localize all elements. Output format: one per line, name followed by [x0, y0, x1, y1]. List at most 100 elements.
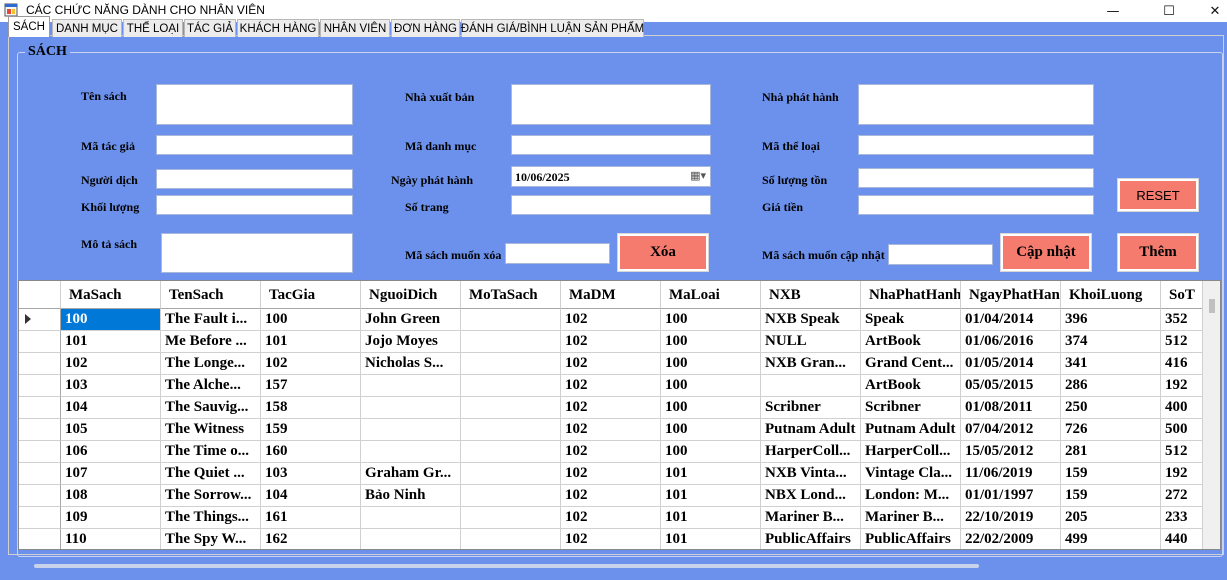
cell-nxb[interactable]: NXB Speak [761, 309, 861, 331]
cell-nguoidich[interactable]: Bảo Ninh [361, 485, 461, 507]
nha-phat-hanh-input[interactable] [858, 84, 1094, 125]
cell-nguoidich[interactable] [361, 529, 461, 549]
cell-nguoidich[interactable]: Graham Gr... [361, 463, 461, 485]
cell-ngayphathanh[interactable]: 01/01/1997 [961, 485, 1061, 507]
cell-motasach[interactable] [461, 397, 561, 419]
row-header[interactable] [19, 419, 61, 441]
cell-khoiluong[interactable]: 205 [1061, 507, 1161, 529]
cell-tacgia[interactable]: 100 [261, 309, 361, 331]
cell-tensach[interactable]: The Sauvig... [161, 397, 261, 419]
cell-maloai[interactable]: 101 [661, 507, 761, 529]
cell-nhaphathanh[interactable]: Putnam Adult [861, 419, 961, 441]
grid-corner-header[interactable] [19, 281, 61, 309]
column-header-tensach[interactable]: TenSach [161, 281, 261, 309]
cell-motasach[interactable] [461, 375, 561, 397]
table-row[interactable]: 101 Me Before ... 101 Jojo Moyes 102 100 NULL A… [19, 331, 1220, 353]
row-header[interactable] [19, 397, 61, 419]
cell-madm[interactable]: 102 [561, 463, 661, 485]
cell-nhaphathanh[interactable]: Vintage Cla... [861, 463, 961, 485]
cell-maloai[interactable]: 100 [661, 309, 761, 331]
cell-maloai[interactable]: 101 [661, 529, 761, 549]
cell-nhaphathanh[interactable]: ArtBook [861, 331, 961, 353]
horizontal-scroll-thumb[interactable] [34, 564, 979, 568]
cell-nguoidich[interactable] [361, 419, 461, 441]
cell-tensach[interactable]: The Things... [161, 507, 261, 529]
cell-masach[interactable]: 102 [61, 353, 161, 375]
tab-nhan-vien[interactable]: NHÂN VIÊN [320, 19, 390, 37]
ten-sach-input[interactable] [156, 84, 353, 125]
row-header[interactable] [19, 353, 61, 375]
cell-nguoidich[interactable]: Jojo Moyes [361, 331, 461, 353]
row-header[interactable] [19, 463, 61, 485]
vertical-scrollbar[interactable] [1202, 281, 1220, 549]
cell-maloai[interactable]: 100 [661, 441, 761, 463]
row-header[interactable] [19, 309, 61, 331]
cell-nhaphathanh[interactable]: HarperColl... [861, 441, 961, 463]
cell-nhaphathanh[interactable]: Speak [861, 309, 961, 331]
nha-xuat-ban-input[interactable] [511, 84, 711, 125]
cell-nxb[interactable]: Mariner B... [761, 507, 861, 529]
column-header-madm[interactable]: MaDM [561, 281, 661, 309]
table-row[interactable]: 107 The Quiet ... 103 Graham Gr... 102 101 NXB… [19, 463, 1220, 485]
cell-nhaphathanh[interactable]: PublicAffairs [861, 529, 961, 549]
cell-motasach[interactable] [461, 463, 561, 485]
xoa-button[interactable]: Xóa [618, 234, 708, 271]
column-header-masach[interactable]: MaSach [61, 281, 161, 309]
horizontal-scrollbar[interactable] [18, 558, 1221, 576]
cell-madm[interactable]: 102 [561, 397, 661, 419]
cell-madm[interactable]: 102 [561, 419, 661, 441]
cell-masach[interactable]: 110 [61, 529, 161, 549]
cell-khoiluong[interactable]: 341 [1061, 353, 1161, 375]
close-button[interactable]: ✕ [1192, 0, 1227, 22]
cell-maloai[interactable]: 101 [661, 463, 761, 485]
cell-tacgia[interactable]: 162 [261, 529, 361, 549]
cell-madm[interactable]: 102 [561, 529, 661, 549]
cell-khoiluong[interactable]: 499 [1061, 529, 1161, 549]
cell-tacgia[interactable]: 157 [261, 375, 361, 397]
column-header-tacgia[interactable]: TacGia [261, 281, 361, 309]
cell-maloai[interactable]: 100 [661, 353, 761, 375]
cell-tensach[interactable]: The Witness [161, 419, 261, 441]
cell-nxb[interactable] [761, 375, 861, 397]
cell-nxb[interactable]: NULL [761, 331, 861, 353]
cell-maloai[interactable]: 100 [661, 375, 761, 397]
cell-ngayphathanh[interactable]: 22/10/2019 [961, 507, 1061, 529]
cell-nguoidich[interactable]: Nicholas S... [361, 353, 461, 375]
cell-madm[interactable]: 102 [561, 309, 661, 331]
cell-tensach[interactable]: The Time o... [161, 441, 261, 463]
cell-motasach[interactable] [461, 353, 561, 375]
table-row[interactable]: 106 The Time o... 160 102 100 HarperColl... Ha… [19, 441, 1220, 463]
ma-danh-muc-input[interactable] [511, 135, 711, 155]
cell-motasach[interactable] [461, 441, 561, 463]
row-header[interactable] [19, 507, 61, 529]
cell-motasach[interactable] [461, 419, 561, 441]
cell-nguoidich[interactable] [361, 441, 461, 463]
cell-ngayphathanh[interactable]: 11/06/2019 [961, 463, 1061, 485]
table-row[interactable]: 103 The Alche... 157 102 100 ArtBook 05/05/201… [19, 375, 1220, 397]
cell-nxb[interactable]: NXB Gran... [761, 353, 861, 375]
ngay-phat-hanh-datepicker[interactable]: 10/06/2025 ▦▾ [511, 166, 711, 187]
maximize-button[interactable]: ☐ [1146, 0, 1192, 22]
cell-khoiluong[interactable]: 159 [1061, 485, 1161, 507]
cell-tacgia[interactable]: 101 [261, 331, 361, 353]
cell-maloai[interactable]: 100 [661, 331, 761, 353]
cell-nhaphathanh[interactable]: London: M... [861, 485, 961, 507]
cell-khoiluong[interactable]: 396 [1061, 309, 1161, 331]
cell-maloai[interactable]: 101 [661, 485, 761, 507]
so-trang-input[interactable] [511, 195, 711, 215]
cell-masach[interactable]: 109 [61, 507, 161, 529]
cell-maloai[interactable]: 100 [661, 397, 761, 419]
table-row[interactable]: 110 The Spy W... 162 102 101 PublicAffairs Pub… [19, 529, 1220, 549]
table-row[interactable]: 108 The Sorrow... 104 Bảo Ninh 102 101 NBX Lon… [19, 485, 1220, 507]
cell-tensach[interactable]: Me Before ... [161, 331, 261, 353]
table-row[interactable]: 102 The Longe... 102 Nicholas S... 102 100 NXB… [19, 353, 1220, 375]
cell-motasach[interactable] [461, 529, 561, 549]
cell-masach[interactable]: 103 [61, 375, 161, 397]
cap-nhat-button[interactable]: Cập nhật [1001, 234, 1091, 271]
cell-khoiluong[interactable]: 374 [1061, 331, 1161, 353]
tab-khach-hang[interactable]: KHÁCH HÀNG [237, 19, 319, 37]
cell-masach[interactable]: 101 [61, 331, 161, 353]
cell-tacgia[interactable]: 104 [261, 485, 361, 507]
cell-motasach[interactable] [461, 309, 561, 331]
cell-ngayphathanh[interactable]: 01/04/2014 [961, 309, 1061, 331]
